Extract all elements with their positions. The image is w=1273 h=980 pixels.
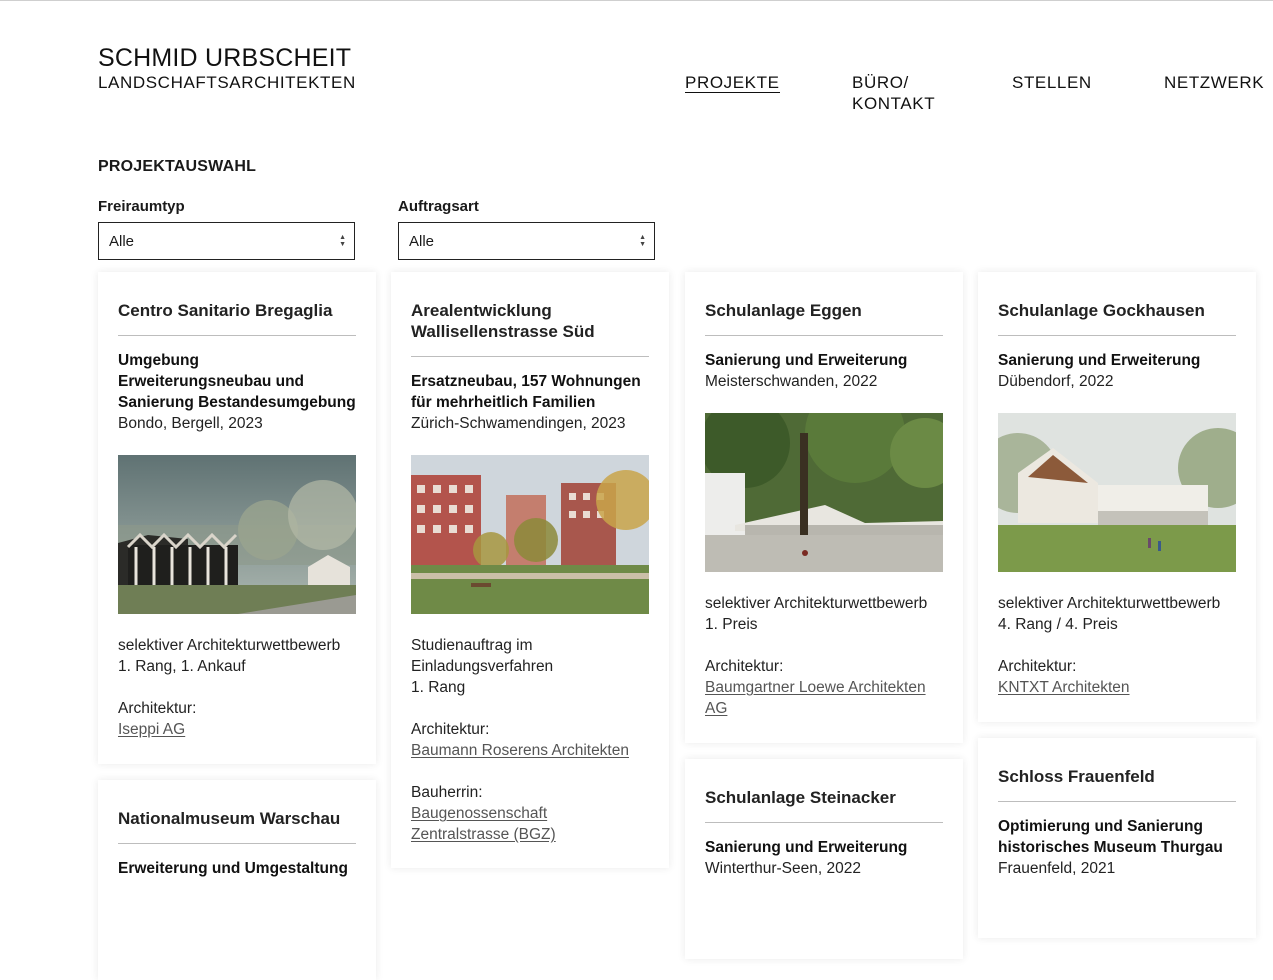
project-type: Sanierung und Erweiterung — [998, 352, 1201, 369]
project-title[interactable]: Schulanlage Steinacker — [705, 787, 943, 823]
filter-auftragsart-label: Auftragsart — [398, 198, 479, 215]
architect-label: Architektur: — [411, 721, 490, 738]
architect-link[interactable]: KNTXT Architekten — [998, 679, 1130, 696]
project-type: Umgebung — [118, 352, 199, 369]
filter-freiraumtyp: Freiraumtyp Alle ▲ ▼ — [98, 198, 355, 260]
project-type: Sanierung und Erweiterung — [705, 839, 908, 856]
architect-label: Architektur: — [705, 658, 784, 675]
project-title[interactable]: Arealentwicklung Wallisellenstrasse Süd — [411, 300, 649, 357]
project-image[interactable] — [118, 455, 356, 614]
project-location: Meisterschwanden, 2022 — [705, 373, 878, 390]
nav-netzwerk-label: NETZWERK — [1164, 73, 1265, 92]
freiraumtyp-value: Alle — [109, 233, 135, 250]
project-title[interactable]: Centro Sanitario Bregaglia — [118, 300, 356, 336]
project-title-line: Wallisellenstrasse Süd — [411, 322, 595, 341]
filter-auftragsart: Auftragsart Alle ▲ ▼ — [398, 198, 655, 260]
auftragsart-select[interactable]: Alle ▲ ▼ — [398, 222, 655, 260]
freiraumtyp-select[interactable]: Alle ▲ ▼ — [98, 222, 355, 260]
filter-freiraumtyp-label: Freiraumtyp — [98, 198, 185, 215]
project-image[interactable] — [998, 413, 1236, 572]
nav-buero-kontakt[interactable]: BÜRO/ KONTAKT — [852, 72, 935, 114]
project-card-frauenfeld[interactable]: Schloss Frauenfeld Optimierung und Sanie… — [978, 738, 1256, 938]
project-image[interactable] — [411, 455, 649, 614]
client-label: Bauherrin: — [411, 784, 483, 801]
select-arrows-icon: ▲ ▼ — [639, 234, 646, 248]
project-procedure: selektiver Architekturwettbewerb — [705, 595, 928, 612]
project-type: Erweiterungsneubau und — [118, 373, 305, 390]
project-title-line: Arealentwicklung — [411, 301, 552, 320]
architect-label: Architektur: — [998, 658, 1077, 675]
auftragsart-value: Alle — [409, 233, 435, 250]
project-location: Bondo, Bergell, 2023 — [118, 415, 263, 432]
project-procedure: Studienauftrag im — [411, 637, 533, 654]
client-link[interactable]: Baugenossenschaft — [411, 805, 547, 822]
nav-kontakt-label: KONTAKT — [852, 94, 936, 113]
nav-projekte-label: PROJEKTE — [685, 73, 780, 93]
project-location: Zürich-Schwamendingen, 2023 — [411, 415, 626, 432]
project-type: historisches Museum Thurgau — [998, 839, 1223, 856]
top-divider — [0, 0, 1273, 1]
project-title[interactable]: Nationalmuseum Warschau — [118, 808, 356, 844]
client-link[interactable]: Zentralstrasse (BGZ) — [411, 826, 556, 843]
project-title[interactable]: Schulanlage Gockhausen — [998, 300, 1236, 336]
project-title[interactable]: Schloss Frauenfeld — [998, 766, 1236, 802]
architect-label: Architektur: — [118, 700, 197, 717]
project-location: Dübendorf, 2022 — [998, 373, 1114, 390]
project-result: 4. Rang / 4. Preis — [998, 616, 1118, 633]
project-card-eggen[interactable]: Schulanlage Eggen Sanierung und Erweiter… — [685, 272, 963, 743]
project-card-warschau[interactable]: Nationalmuseum Warschau Erweiterung und … — [98, 780, 376, 980]
project-procedure: selektiver Architekturwettbewerb — [118, 637, 341, 654]
project-type: Sanierung Bestandesumgebung — [118, 394, 356, 411]
project-title[interactable]: Schulanlage Eggen — [705, 300, 943, 336]
logo-tagline[interactable]: LANDSCHAFTSARCHITEKTEN — [98, 73, 356, 93]
section-title: PROJEKTAUSWAHL — [98, 158, 257, 175]
project-card-wallisellen[interactable]: Arealentwicklung Wallisellenstrasse Süd … — [391, 272, 669, 868]
project-result: 1. Rang — [411, 679, 466, 696]
nav-stellen[interactable]: STELLEN — [1012, 72, 1092, 93]
select-arrows-icon: ▲ ▼ — [339, 234, 346, 248]
project-type: Ersatzneubau, 157 Wohnungen — [411, 373, 641, 390]
logo[interactable]: SCHMID URBSCHEIT LANDSCHAFTSARCHITEKTEN — [98, 44, 356, 93]
project-type: Sanierung und Erweiterung — [705, 352, 908, 369]
project-procedure: Einladungsverfahren — [411, 658, 554, 675]
architect-link[interactable]: Baumann Roserens Architekten — [411, 742, 629, 759]
architect-link[interactable]: Baumgartner Loewe Architekten — [705, 679, 926, 696]
project-image[interactable] — [705, 413, 943, 572]
project-result: 1. Preis — [705, 616, 758, 633]
architect-link[interactable]: AG — [705, 700, 727, 717]
project-card-gockhausen[interactable]: Schulanlage Gockhausen Sanierung und Erw… — [978, 272, 1256, 722]
project-card-bregaglia[interactable]: Centro Sanitario Bregaglia Umgebung Erwe… — [98, 272, 376, 764]
project-type: für mehrheitlich Familien — [411, 394, 596, 411]
project-type: Optimierung und Sanierung — [998, 818, 1203, 835]
project-result: 1. Rang, 1. Ankauf — [118, 658, 246, 675]
architect-link[interactable]: Iseppi AG — [118, 721, 185, 738]
nav-netzwerk[interactable]: NETZWERK — [1164, 72, 1264, 93]
nav-stellen-label: STELLEN — [1012, 73, 1092, 92]
logo-title[interactable]: SCHMID URBSCHEIT — [98, 44, 356, 73]
project-procedure: selektiver Architekturwettbewerb — [998, 595, 1221, 612]
nav-projekte[interactable]: PROJEKTE — [685, 72, 780, 93]
nav-buero-label: BÜRO/ — [852, 73, 909, 92]
project-card-steinacker[interactable]: Schulanlage Steinacker Sanierung und Erw… — [685, 759, 963, 959]
